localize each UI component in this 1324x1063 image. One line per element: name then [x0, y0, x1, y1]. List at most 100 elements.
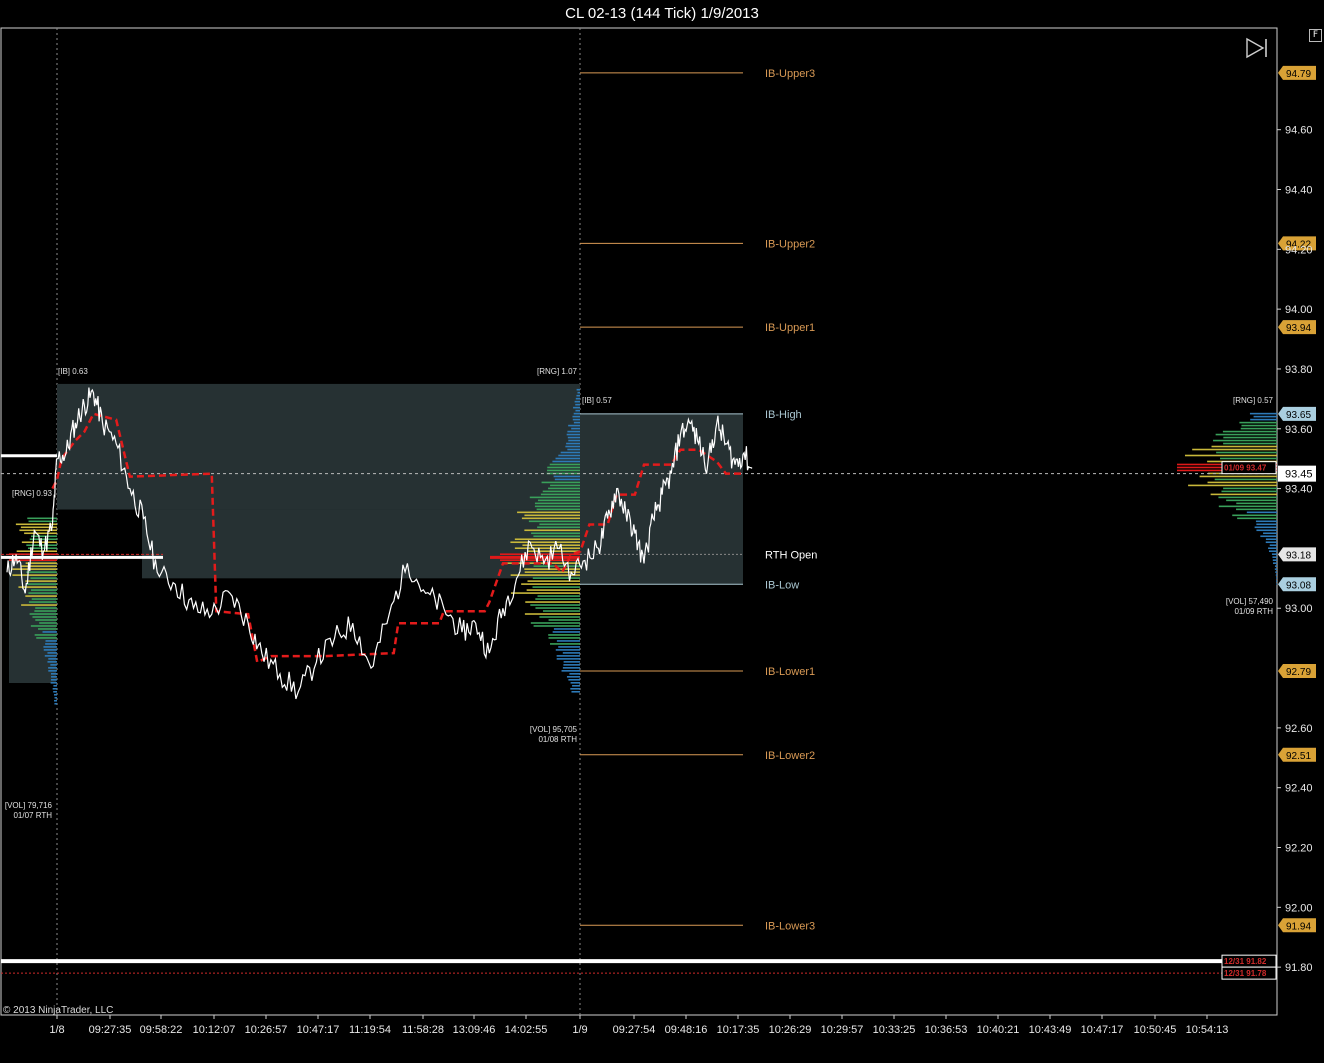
profile-bar	[527, 580, 580, 582]
level-label-0: IB-Upper3	[765, 68, 815, 80]
profile-bar	[524, 529, 580, 532]
profile-bar	[556, 658, 580, 660]
profile-bar	[573, 412, 580, 415]
profile-bar	[34, 610, 57, 612]
level-label-2: IB-Upper1	[765, 322, 815, 334]
profile-bar	[1213, 439, 1277, 442]
profile-bar	[54, 702, 57, 705]
profile-bar	[50, 664, 57, 666]
profile-bar	[1223, 442, 1277, 445]
profile-bar	[1221, 490, 1277, 493]
last-price-label: 93.45	[1285, 469, 1313, 481]
y-tick-label-5: 93.60	[1285, 424, 1313, 436]
y-tick-label-1: 94.40	[1285, 185, 1313, 197]
profile-bar	[1246, 511, 1277, 514]
profile-bar	[521, 517, 580, 520]
profile-bar	[534, 505, 580, 508]
profile-bar	[1211, 445, 1277, 448]
profile-bar	[548, 619, 580, 621]
annotation-sub-6: 01/07 RTH	[13, 811, 52, 820]
profile-bar	[575, 403, 580, 406]
profile-bar	[31, 535, 57, 538]
profile-bar	[16, 550, 57, 553]
level-label-6: IB-Lower1	[765, 666, 815, 678]
level-label-5: IB-Low	[765, 579, 799, 591]
chart-options-button[interactable]: F	[1309, 29, 1322, 42]
profile-bar	[556, 655, 580, 657]
profile-bar	[556, 640, 580, 642]
profile-bar	[510, 592, 580, 594]
profile-bar	[568, 424, 580, 427]
profile-bar	[537, 526, 580, 529]
profile-bar	[24, 532, 57, 535]
profile-bar	[1216, 451, 1277, 454]
profile-bar	[44, 655, 57, 657]
annotation-0: [IB] 0.63	[58, 367, 88, 376]
profile-bar	[53, 685, 57, 687]
price-chart[interactable]: IB-Upper3 94.79IB-Upper2 94.22IB-Upper1 93.…	[0, 0, 1324, 1063]
profile-bar	[32, 616, 57, 618]
profile-bar	[28, 601, 57, 603]
profile-bar	[54, 699, 57, 702]
profile-bar	[12, 574, 58, 576]
profile-bar	[1240, 427, 1277, 430]
profile-bar	[50, 682, 57, 684]
profile-bar	[1260, 535, 1277, 538]
level-label-4: RTH Open	[765, 549, 817, 561]
profile-bar	[39, 622, 57, 624]
profile-bar	[568, 679, 580, 681]
profile-bar	[1226, 499, 1277, 502]
x-tick-label-2: 09:58:22	[140, 1024, 183, 1036]
annotation-2: [RNG] 0.93	[12, 489, 53, 498]
profile-bar	[30, 577, 57, 579]
x-tick-label-13: 10:17:35	[717, 1024, 760, 1036]
profile-bar	[562, 652, 580, 654]
annotation-sub-7: 01/09 RTH	[1234, 607, 1273, 616]
x-tick-label-7: 11:58:28	[402, 1024, 444, 1036]
y-tick-label-2: 94.20	[1285, 244, 1313, 256]
profile-bar	[573, 406, 580, 409]
profile-bar	[534, 502, 580, 505]
y-tick-label-0: 94.60	[1285, 125, 1313, 137]
profile-bar	[1188, 484, 1277, 487]
profile-bar	[552, 460, 580, 463]
profile-bar	[575, 409, 580, 412]
profile-bar	[563, 664, 580, 666]
price-marker-label-8: 91.94	[1286, 921, 1311, 932]
x-tick-label-10: 1/9	[572, 1024, 587, 1036]
profile-bar	[1237, 517, 1277, 520]
y-tick-label-12: 91.80	[1285, 962, 1313, 974]
profile-bar	[1222, 430, 1277, 433]
profile-bar	[18, 586, 57, 588]
profile-bar	[575, 397, 580, 400]
profile-bar	[529, 496, 580, 499]
profile-bar	[555, 649, 580, 651]
profile-bar	[42, 631, 57, 633]
x-tick-label-15: 10:29:57	[821, 1024, 864, 1036]
profile-bar	[526, 589, 580, 591]
profile-bar	[1256, 523, 1277, 526]
x-tick-label-6: 11:19:54	[349, 1024, 391, 1036]
profile-bar	[38, 628, 57, 630]
profile-bar	[525, 601, 580, 603]
session-price-label: 01/09 93.47	[1224, 464, 1267, 473]
profile-bar	[572, 415, 580, 418]
profile-bar	[35, 619, 57, 621]
profile-bar	[548, 637, 580, 639]
profile-bar	[540, 493, 580, 496]
profile-bar	[553, 628, 580, 630]
annotation-sub-5: 01/08 RTH	[538, 735, 577, 744]
profile-bar	[34, 634, 57, 636]
profile-bar	[52, 687, 57, 690]
skip-to-end-icon[interactable]	[1244, 36, 1270, 60]
prior-level-label-0: 12/31 91.82	[1224, 957, 1267, 966]
profile-bar	[1275, 574, 1277, 576]
profile-bar	[35, 607, 57, 609]
profile-bar	[1250, 418, 1277, 421]
level-label-8: IB-Lower3	[765, 920, 815, 932]
profile-bar	[535, 607, 580, 609]
profile-bar	[21, 604, 58, 606]
profile-bar	[561, 670, 580, 672]
profile-bar	[1218, 496, 1277, 499]
y-tick-label-3: 94.00	[1285, 304, 1313, 316]
